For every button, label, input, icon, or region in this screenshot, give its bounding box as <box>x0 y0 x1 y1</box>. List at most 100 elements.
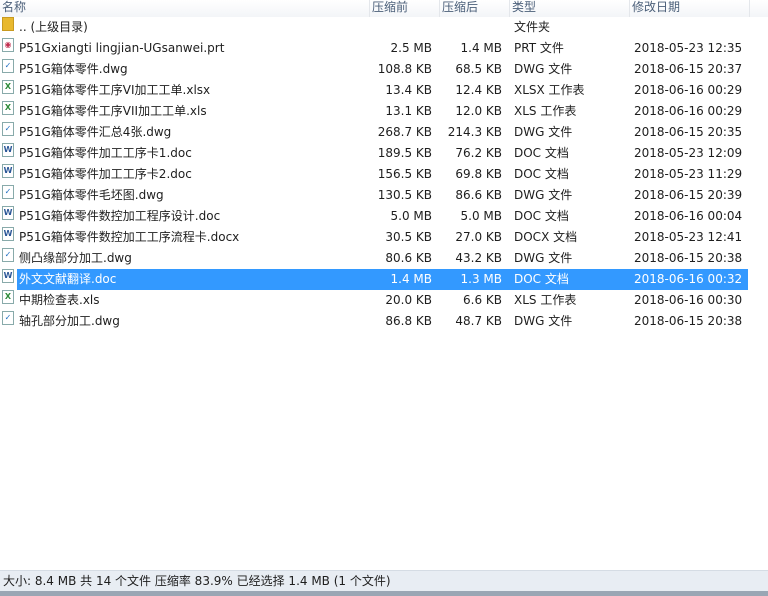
size-after: 6.6 KB <box>463 293 502 307</box>
dwg-file-icon: ✓ <box>2 248 14 262</box>
size-after: 76.2 KB <box>455 146 502 160</box>
file-type: DWG 文件 <box>514 314 573 328</box>
size-before: 5.0 MB <box>390 209 432 223</box>
modified-date: 2018-06-15 20:37 <box>634 62 743 76</box>
dwg-file-icon: ✓ <box>2 185 14 199</box>
size-before: 13.1 KB <box>385 104 432 118</box>
file-type: XLSX 工作表 <box>514 83 585 97</box>
modified-date: 2018-06-16 00:32 <box>634 272 743 286</box>
file-row[interactable]: X P51G箱体零件工序VII加工工单.xls 13.1 KB 12.0 KB XLS … <box>0 101 768 122</box>
file-type: PRT 文件 <box>514 41 564 55</box>
size-before: 13.4 KB <box>385 83 432 97</box>
file-type: XLS 工作表 <box>514 293 577 307</box>
size-after: 1.4 MB <box>460 41 502 55</box>
modified-date: 2018-05-23 12:35 <box>634 41 743 55</box>
file-name: P51G箱体零件工序VII加工工单.xls <box>19 104 207 118</box>
file-name: P51G箱体零件数控加工程序设计.doc <box>19 209 221 223</box>
file-row[interactable]: ✓ P51G箱体零件.dwg 108.8 KB 68.5 KB DWG 文件 2018-0… <box>0 59 768 80</box>
file-name: 中期检查表.xls <box>19 293 100 307</box>
size-before: 1.4 MB <box>390 272 432 286</box>
file-type: DOC 文档 <box>514 209 569 223</box>
file-type: DWG 文件 <box>514 251 573 265</box>
file-row[interactable]: ✓ P51G箱体零件汇总4张.dwg 268.7 KB 214.3 KB DWG 文件 2… <box>0 122 768 143</box>
size-after: 69.8 KB <box>455 167 502 181</box>
column-header: 名称 压缩前 压缩后 类型 修改日期 <box>0 0 768 17</box>
size-after: 43.2 KB <box>455 251 502 265</box>
file-row[interactable]: X P51G箱体零件工序VI加工工单.xlsx 13.4 KB 12.4 KB XLSX… <box>0 80 768 101</box>
file-name: P51G箱体零件工序VI加工工单.xlsx <box>19 83 211 97</box>
size-after: 86.6 KB <box>455 188 502 202</box>
size-before: 189.5 KB <box>377 146 432 160</box>
modified-date: 2018-06-16 00:30 <box>634 293 743 307</box>
file-type: DWG 文件 <box>514 62 573 76</box>
file-type: DWG 文件 <box>514 188 573 202</box>
size-after: 5.0 MB <box>460 209 502 223</box>
modified-date: 2018-06-15 20:35 <box>634 125 743 139</box>
size-before: 108.8 KB <box>377 62 432 76</box>
modified-date: 2018-06-16 00:04 <box>634 209 743 223</box>
background-window-edge <box>0 591 768 596</box>
file-name: 轴孔部分加工.dwg <box>19 314 120 328</box>
file-name: P51Gxiangti lingjian-UGsanwei.prt <box>19 41 225 55</box>
modified-date: 2018-06-15 20:39 <box>634 188 743 202</box>
file-name: 外文文献翻译.doc <box>19 272 117 286</box>
dwg-file-icon: ✓ <box>2 122 14 136</box>
column-before[interactable]: 压缩前 <box>370 0 440 17</box>
size-before: 80.6 KB <box>385 251 432 265</box>
word-file-icon: W <box>2 269 14 283</box>
modified-date: 2018-06-16 00:29 <box>634 104 743 118</box>
size-after: 12.0 KB <box>455 104 502 118</box>
file-row[interactable]: ✓ 侧凸缘部分加工.dwg 80.6 KB 43.2 KB DWG 文件 2018-06-… <box>0 248 768 269</box>
excel-file-icon: X <box>2 80 14 94</box>
column-name[interactable]: 名称 <box>0 0 370 17</box>
word-file-icon: W <box>2 227 14 241</box>
file-name: .. (上级目录) <box>19 20 88 34</box>
file-row[interactable]: ✓ P51G箱体零件毛坯图.dwg 130.5 KB 86.6 KB DWG 文件 201… <box>0 185 768 206</box>
size-before: 268.7 KB <box>377 125 432 139</box>
file-row[interactable]: ◉ P51Gxiangti lingjian-UGsanwei.prt 2.5 MB… <box>0 38 768 59</box>
status-bar: 大小: 8.4 MB 共 14 个文件 压缩率 83.9% 已经选择 1.4 M… <box>0 570 768 591</box>
word-file-icon: W <box>2 164 14 178</box>
size-before: 130.5 KB <box>377 188 432 202</box>
file-row[interactable]: W P51G箱体零件数控加工工序流程卡.docx 30.5 KB 27.0 KB DOC… <box>0 227 768 248</box>
size-after: 68.5 KB <box>455 62 502 76</box>
file-row[interactable]: W P51G箱体零件加工工序卡1.doc 189.5 KB 76.2 KB DOC 文档… <box>0 143 768 164</box>
file-row[interactable]: W P51G箱体零件数控加工程序设计.doc 5.0 MB 5.0 MB DOC 文档 2… <box>0 206 768 227</box>
excel-file-icon: X <box>2 290 14 304</box>
size-before: 30.5 KB <box>385 230 432 244</box>
column-type[interactable]: 类型 <box>510 0 630 17</box>
file-type: DOC 文档 <box>514 272 569 286</box>
column-after[interactable]: 压缩后 <box>440 0 510 17</box>
size-before: 86.8 KB <box>385 314 432 328</box>
file-row[interactable]: W P51G箱体零件加工工序卡2.doc 156.5 KB 69.8 KB DOC 文档… <box>0 164 768 185</box>
size-after: 214.3 KB <box>447 125 502 139</box>
word-file-icon: W <box>2 143 14 157</box>
file-row[interactable]: ✓ 轴孔部分加工.dwg 86.8 KB 48.7 KB DWG 文件 2018-06-1… <box>0 311 768 332</box>
file-type: DWG 文件 <box>514 125 573 139</box>
modified-date: 2018-06-15 20:38 <box>634 251 743 265</box>
file-name: P51G箱体零件数控加工工序流程卡.docx <box>19 230 240 244</box>
size-after: 12.4 KB <box>455 83 502 97</box>
file-type: DOC 文档 <box>514 146 569 160</box>
modified-date: 2018-05-23 11:29 <box>634 167 743 181</box>
modified-date: 2018-06-15 20:38 <box>634 314 743 328</box>
size-before: 156.5 KB <box>377 167 432 181</box>
size-after: 48.7 KB <box>455 314 502 328</box>
modified-date: 2018-05-23 12:09 <box>634 146 743 160</box>
file-type: 文件夹 <box>514 20 551 34</box>
excel-file-icon: X <box>2 101 14 115</box>
modified-date: 2018-06-16 00:29 <box>634 83 743 97</box>
file-row[interactable]: .. (上级目录) 文件夹 <box>0 17 768 38</box>
file-type: DOCX 文档 <box>514 230 578 244</box>
dwg-file-icon: ✓ <box>2 59 14 73</box>
file-type: XLS 工作表 <box>514 104 577 118</box>
file-name: P51G箱体零件.dwg <box>19 62 128 76</box>
size-before: 2.5 MB <box>390 41 432 55</box>
size-before: 20.0 KB <box>385 293 432 307</box>
file-row[interactable]: X 中期检查表.xls 20.0 KB 6.6 KB XLS 工作表 2018-06-16… <box>0 290 768 311</box>
file-row[interactable]: W 外文文献翻译.doc 1.4 MB 1.3 MB DOC 文档 2018-06-16 … <box>0 269 768 290</box>
folder-icon <box>2 17 14 31</box>
column-date[interactable]: 修改日期 <box>630 0 750 17</box>
word-file-icon: W <box>2 206 14 220</box>
file-name: P51G箱体零件加工工序卡1.doc <box>19 146 192 160</box>
